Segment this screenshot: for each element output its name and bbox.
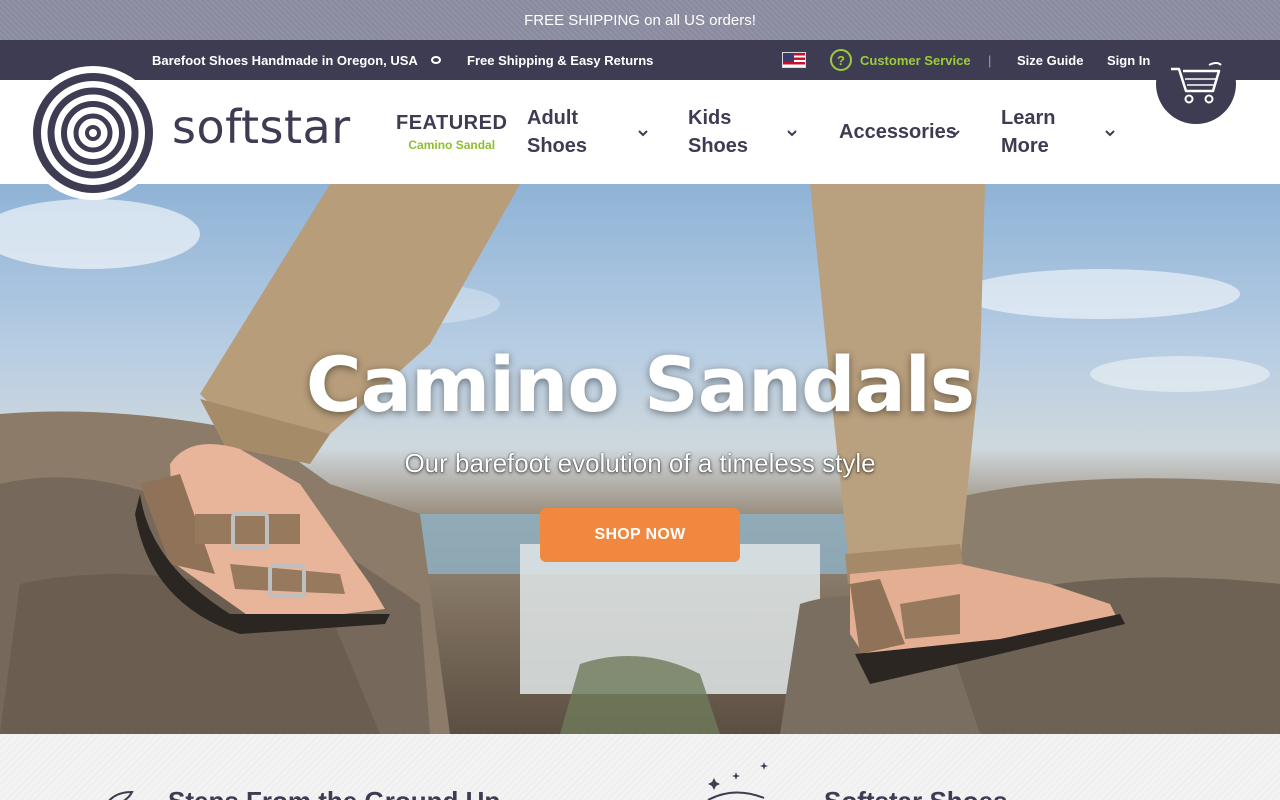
nav-featured[interactable]: FEATURED Camino Sandal: [396, 80, 507, 184]
size-guide-link[interactable]: Size Guide: [1017, 40, 1083, 80]
nav-kids-line1: Kids: [688, 107, 732, 129]
promo-bar: FREE SHIPPING on all US orders!: [0, 0, 1280, 40]
leaf-icon: [108, 790, 134, 800]
brand-wordmark[interactable]: softstar: [172, 100, 351, 154]
chevron-down-icon: [1104, 126, 1116, 138]
shopping-cart-icon: [1171, 62, 1222, 104]
shop-now-button[interactable]: SHOP NOW: [540, 508, 740, 562]
country-selector[interactable]: [782, 40, 806, 80]
promo-text: FREE SHIPPING on all US orders!: [524, 11, 756, 29]
hero-banner: Camino Sandals Our barefoot evolution of…: [0, 184, 1280, 734]
customer-service-label: Customer Service: [860, 52, 971, 68]
nav-featured-item[interactable]: Camino Sandal: [408, 138, 495, 152]
nav-featured-label: FEATURED: [396, 112, 508, 134]
customer-service-link[interactable]: ? Customer Service: [830, 40, 971, 80]
nav-accessories[interactable]: Accessories: [839, 80, 960, 184]
chevron-down-icon: [637, 126, 649, 138]
nav-learn-line2: More: [1001, 135, 1049, 157]
utility-separator: |: [988, 52, 992, 68]
section-heading-ground-up: Steps From the Ground Up: [168, 786, 500, 800]
hero-title: Camino Sandals: [305, 340, 975, 429]
features-section: Steps From the Ground Up Softstar Shoes: [0, 734, 1280, 800]
logo-rings-icon: [33, 73, 153, 193]
nav-learn-more[interactable]: Learn More: [1001, 80, 1115, 184]
nav-adult-shoes[interactable]: Adult Shoes: [527, 80, 648, 184]
utility-bar: Barefoot Shoes Handmade in Oregon, USA F…: [0, 40, 1280, 80]
nav-learn-line1: Learn: [1001, 107, 1056, 129]
tagline-handmade: Barefoot Shoes Handmade in Oregon, USA: [152, 52, 418, 68]
sparkle-icon: [707, 762, 768, 800]
us-flag-icon: [782, 52, 806, 68]
section-heading-softstar: Softstar Shoes: [824, 786, 1008, 800]
hero-subtitle: Our barefoot evolution of a timeless sty…: [404, 448, 876, 478]
chevron-down-icon: [949, 126, 961, 138]
logo-badge[interactable]: [24, 66, 162, 200]
nav-adult-line2: Shoes: [527, 135, 588, 157]
chevron-down-icon: [786, 126, 798, 138]
sign-in-link[interactable]: Sign In: [1107, 40, 1150, 80]
nav-kids-shoes[interactable]: Kids Shoes: [688, 80, 797, 184]
nav-kids-line2: Shoes: [688, 135, 749, 157]
nav-adult-line1: Adult: [527, 107, 579, 129]
cart-button[interactable]: [1156, 44, 1236, 124]
tagline-shipping: Free Shipping & Easy Returns: [467, 52, 654, 68]
help-circle-icon: ?: [830, 49, 852, 71]
nav-accessories-label: Accessories: [839, 121, 957, 143]
separator-dot-icon: [431, 40, 441, 80]
